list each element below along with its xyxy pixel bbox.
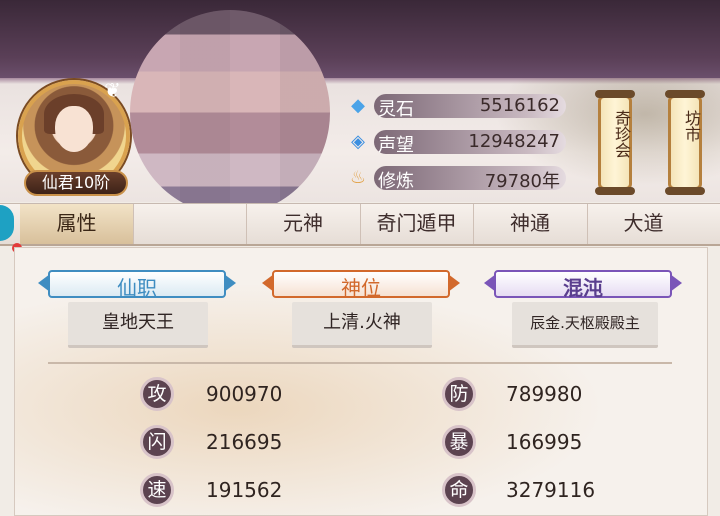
- resource-cultivation: ♨ 修炼 79780年: [340, 164, 570, 192]
- title-chaos: 混沌: [484, 268, 682, 300]
- resource-value: 12948247: [468, 131, 560, 152]
- avatar-face: [55, 106, 93, 152]
- market-button[interactable]: 坊市: [665, 90, 705, 195]
- rank-badge: 仙君10阶: [24, 170, 128, 196]
- speed-icon: 速: [140, 473, 174, 507]
- title-heading: 仙职: [117, 276, 157, 300]
- resource-reputation: ◈ 声望 12948247: [340, 128, 570, 156]
- resource-spirit-stone: ◆ 灵石 5516162: [340, 92, 570, 120]
- resource-label: 声望: [378, 135, 414, 156]
- scroll-label: 奇珍会: [612, 110, 631, 158]
- tab-divine-powers[interactable]: 神通: [473, 204, 588, 244]
- defense-icon: 防: [442, 377, 476, 411]
- tab-hidden[interactable]: [133, 204, 247, 244]
- tab-qimen-dunjia[interactable]: 奇门遁甲: [360, 204, 474, 244]
- tab-primordial-spirit[interactable]: 元神: [246, 204, 361, 244]
- tab-bar: 属性 元神 奇门遁甲 神通 大道: [0, 203, 720, 246]
- title-value: 皇地天王: [68, 302, 208, 348]
- resource-value: 5516162: [479, 95, 560, 116]
- hp-value: 3279116: [506, 478, 596, 502]
- title-value: 辰金.天枢殿殿主: [512, 302, 658, 348]
- attack-value: 900970: [206, 382, 283, 406]
- spirit-stone-icon: ◆: [351, 95, 365, 116]
- butterfly-icon: ❦: [104, 78, 121, 102]
- dodge-value: 216695: [206, 430, 283, 454]
- scroll-label: 坊市: [682, 110, 701, 142]
- top-banner: [0, 0, 720, 82]
- title-heading: 混沌: [563, 276, 603, 300]
- crit-value: 166995: [506, 430, 583, 454]
- cultivation-icon: ♨: [349, 167, 367, 188]
- title-heading: 神位: [341, 276, 381, 300]
- resource-label: 修炼: [378, 171, 414, 192]
- resource-value: 79780年: [484, 171, 560, 192]
- section-divider: [48, 362, 672, 364]
- title-divine-rank: 神位: [262, 268, 460, 300]
- tab-great-dao[interactable]: 大道: [587, 204, 700, 244]
- speed-value: 191562: [206, 478, 283, 502]
- defense-value: 789980: [506, 382, 583, 406]
- blurred-name-area: [130, 10, 330, 215]
- reputation-icon: ◈: [351, 131, 365, 152]
- resource-label: 灵石: [378, 99, 414, 120]
- attack-icon: 攻: [140, 377, 174, 411]
- crit-icon: 暴: [442, 425, 476, 459]
- treasure-fair-button[interactable]: 奇珍会: [595, 90, 635, 195]
- tab-attributes[interactable]: 属性: [20, 204, 134, 244]
- hp-icon: 命: [442, 473, 476, 507]
- title-immortal-post: 仙职: [38, 268, 236, 300]
- dodge-icon: 闪: [140, 425, 174, 459]
- title-value: 上清.火神: [292, 302, 432, 348]
